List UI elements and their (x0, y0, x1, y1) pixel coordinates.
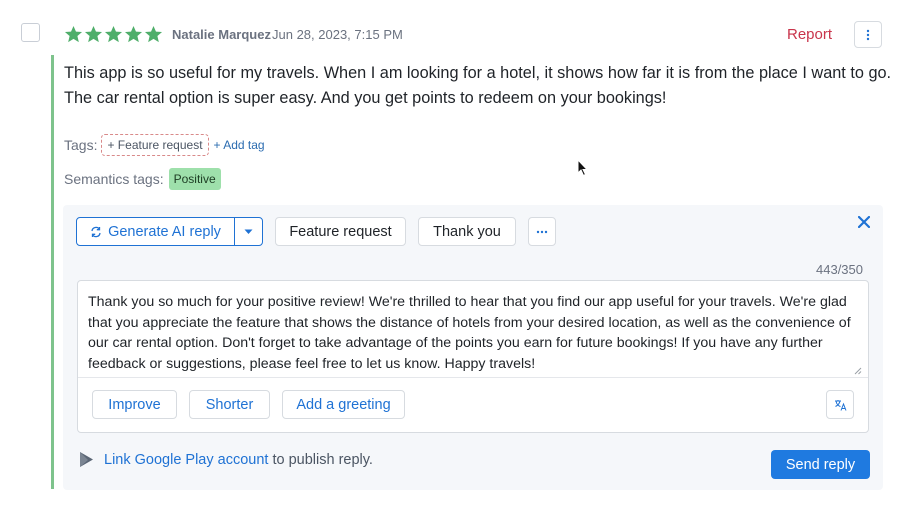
review-body: This app is so useful for my travels. Wh… (64, 64, 892, 107)
review-status-rail (51, 55, 54, 489)
review-author: Natalie Marquez (172, 27, 271, 42)
publish-hint-text: to publish reply. (268, 452, 373, 468)
generate-ai-reply-button[interactable]: Generate AI reply (77, 218, 234, 245)
tags-row: Tags: + Feature request + Add tag (64, 134, 265, 156)
more-templates-button[interactable] (528, 217, 556, 246)
vertical-ellipsis-icon (866, 29, 870, 40)
close-reply-panel-button[interactable] (856, 214, 872, 230)
review-select-checkbox[interactable] (21, 23, 40, 42)
shorter-button[interactable]: Shorter (189, 390, 270, 419)
report-link[interactable]: Report (787, 26, 832, 43)
reply-editor-divider (78, 377, 868, 378)
add-tag-link[interactable]: + Add tag (214, 138, 265, 152)
star-icon (104, 25, 123, 43)
template-feature-request-button[interactable]: Feature request (275, 217, 406, 246)
semantics-badge-positive: Positive (168, 168, 221, 190)
refresh-sparkle-icon (91, 226, 101, 237)
tag-chip-feature-request[interactable]: + Feature request (101, 134, 209, 156)
link-google-play-account[interactable]: Link Google Play account (104, 452, 268, 468)
send-reply-button[interactable]: Send reply (771, 450, 870, 479)
review-date: Jun 28, 2023, 7:15 PM (272, 27, 403, 42)
star-icon (124, 25, 143, 43)
tags-label: Tags: (64, 137, 98, 153)
horizontal-ellipsis-icon (536, 230, 548, 233)
translate-button[interactable] (826, 390, 854, 419)
generate-options-dropdown[interactable] (234, 218, 262, 245)
star-icon (144, 25, 163, 43)
star-icon (64, 25, 83, 43)
chevron-down-icon (244, 229, 253, 234)
star-icon (84, 25, 103, 43)
reply-textarea[interactable]: Thank you so much for your positive revi… (88, 292, 860, 374)
google-play-icon (80, 452, 93, 467)
template-thank-you-button[interactable]: Thank you (418, 217, 516, 246)
generate-ai-reply-split-button: Generate AI reply (76, 217, 263, 246)
resize-grip-icon[interactable] (854, 367, 862, 375)
review-menu-button[interactable] (854, 21, 882, 48)
semantics-label: Semantics tags: (64, 171, 164, 187)
star-rating (64, 25, 163, 44)
add-greeting-button[interactable]: Add a greeting (282, 390, 405, 419)
close-icon (858, 216, 870, 228)
link-google-play-row: Link Google Play account to publish repl… (104, 452, 373, 468)
generate-ai-reply-label: Generate AI reply (108, 223, 221, 240)
character-counter: 443/350 (816, 262, 863, 277)
improve-button[interactable]: Improve (92, 390, 177, 419)
mouse-cursor-icon (577, 159, 588, 177)
semantics-row: Semantics tags: Positive (64, 168, 221, 190)
translate-icon (834, 399, 846, 411)
